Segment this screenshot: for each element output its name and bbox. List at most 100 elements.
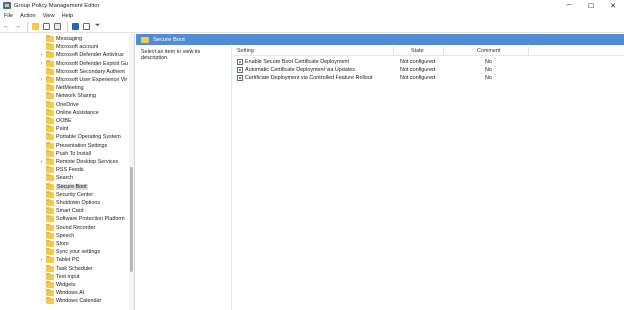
tree-item[interactable]: › Microsoft Defender Exploit Gu [0, 59, 128, 68]
properties-icon[interactable] [82, 22, 91, 31]
toolbar-divider [67, 21, 68, 31]
tree-item-label: Push To Install [56, 150, 91, 157]
export-list-icon[interactable] [53, 22, 62, 31]
folder-icon [46, 100, 54, 108]
tree-item[interactable]: › Remote Desktop Services [0, 158, 128, 166]
tree-item[interactable]: Microsoft Secondary Authent [0, 67, 128, 76]
folder-icon [46, 199, 54, 207]
tree-item[interactable]: Microsoft account [0, 43, 128, 51]
tree-item[interactable]: Text Input [0, 272, 128, 281]
expand-chevron-icon[interactable]: › [39, 77, 44, 83]
folder-icon [46, 35, 54, 43]
table-row[interactable]: Enable Secure Boot Certificate Deploymen… [233, 58, 624, 66]
menu-help[interactable]: Help [62, 13, 74, 19]
tree-item-label: OOBE [56, 118, 72, 125]
column-header-comment[interactable]: Comment [477, 48, 500, 54]
table-row[interactable]: Automatic Certificate Deployment via Upd… [233, 66, 624, 74]
expand-chevron-icon[interactable]: › [39, 257, 44, 263]
forward-arrow-icon[interactable]: → [13, 22, 22, 31]
column-divider[interactable] [443, 46, 444, 56]
tree-item-label: Microsoft User Experience Vir [56, 77, 128, 84]
setting-state: Not configured [400, 67, 436, 73]
folder-icon [46, 125, 54, 133]
table-row[interactable]: Certificate Deployment via Controlled Fe… [233, 74, 624, 82]
column-divider[interactable] [393, 46, 394, 56]
help-icon[interactable] [71, 22, 80, 31]
tree-item[interactable]: Widgets [0, 281, 128, 289]
tree-item[interactable]: Paint [0, 125, 128, 133]
setting-name: Enable Secure Boot Certificate Deploymen… [245, 59, 349, 65]
setting-comment: No [485, 59, 492, 65]
tree-item-label: Paint [56, 126, 69, 133]
tree-item[interactable]: › Microsoft User Experience Vir [0, 76, 128, 84]
expand-chevron-icon[interactable]: › [39, 61, 44, 67]
tree-item[interactable]: Search [0, 174, 128, 182]
folder-icon [46, 215, 54, 223]
expand-chevron-icon[interactable]: › [39, 52, 44, 58]
tree-item[interactable]: Secure Boot [0, 182, 128, 191]
tree-item-label: Task Scheduler [56, 265, 93, 272]
menu-action[interactable]: Action [20, 13, 36, 19]
tree-item[interactable]: › Tablet PC [0, 256, 128, 264]
expand-chevron-icon[interactable]: › [39, 159, 44, 165]
tree-item[interactable]: RSS Feeds [0, 166, 128, 174]
tree-item[interactable]: Security Center [0, 190, 128, 199]
tree-item-label: Speech [56, 232, 75, 239]
folder-icon [46, 149, 54, 157]
setting-comment: No [485, 67, 492, 73]
tree-scrollbar[interactable] [129, 34, 134, 310]
tree-item[interactable]: Sync your settings [0, 248, 128, 256]
maximize-button[interactable]: ☐ [580, 0, 602, 11]
tree-item[interactable]: OneDrive [0, 100, 128, 109]
folder-icon [46, 158, 54, 166]
close-button[interactable]: ✕ [602, 0, 624, 11]
folder-icon [46, 43, 54, 51]
tree-item[interactable]: Presentation Settings [0, 141, 128, 150]
tree-item[interactable]: Push To Install [0, 149, 128, 158]
menu-file[interactable]: File [4, 13, 13, 19]
back-arrow-icon[interactable]: ← [2, 22, 11, 31]
tree-item[interactable]: Online Assistance [0, 108, 128, 117]
filter-icon[interactable]: ⏷ [93, 22, 102, 31]
tree-item-label: Microsoft Defender Exploit Gu [56, 60, 128, 67]
tree-item[interactable]: Sound Recorder [0, 223, 128, 232]
scrollbar-thumb[interactable] [130, 167, 133, 272]
tree-item[interactable]: Speech [0, 231, 128, 240]
tree-item[interactable]: NetMeeting [0, 84, 128, 92]
tree-item[interactable]: Software Protection Platform [0, 215, 128, 223]
tree-item[interactable]: › Microsoft Defender Antivirus [0, 51, 128, 59]
gpme-app-icon [3, 2, 11, 9]
policy-tree[interactable]: Messaging Microsoft account › Microsoft Def… [0, 34, 135, 310]
tree-item[interactable]: Network Sharing [0, 92, 128, 100]
tree-item-label: Text Input [56, 273, 80, 280]
tree-item[interactable]: Windows Calendar [0, 297, 128, 305]
show-hide-tree-icon[interactable] [42, 22, 51, 31]
tree-item-label: NetMeeting [56, 85, 84, 92]
tree-item[interactable]: Smart Card [0, 207, 128, 215]
tree-item-label: Tablet PC [56, 257, 80, 264]
column-header-setting[interactable]: Setting [237, 48, 254, 54]
column-divider[interactable] [528, 46, 529, 56]
toolbar: ← → ⏷ [0, 20, 624, 33]
folder-icon [46, 59, 54, 67]
setting-comment: No [485, 75, 492, 81]
tree-item[interactable]: Task Scheduler [0, 264, 128, 273]
column-header-state[interactable]: State [411, 48, 424, 54]
settings-list: Setting State Comment Enable Secure Boot… [233, 46, 624, 310]
tree-item[interactable]: Store [0, 240, 128, 248]
tree-item-label: Widgets [56, 282, 76, 289]
folder-up-icon[interactable] [31, 22, 40, 31]
tree-item-label: Search [56, 175, 74, 182]
tree-item[interactable]: Portable Operating System [0, 133, 128, 141]
tree-item-label: Network Sharing [56, 93, 96, 100]
tree-item-label: Portable Operating System [56, 134, 121, 141]
menu-view[interactable]: View [43, 13, 55, 19]
tree-item[interactable]: Windows AI [0, 289, 128, 297]
folder-icon [46, 190, 54, 198]
policy-setting-icon [237, 59, 243, 65]
tree-item[interactable]: Shutdown Options [0, 199, 128, 207]
tree-item[interactable]: Messaging [0, 35, 128, 43]
tree-item[interactable]: OOBE [0, 117, 128, 125]
minimize-button[interactable]: ─ [558, 0, 580, 11]
tree-item-label: Presentation Settings [56, 142, 108, 149]
